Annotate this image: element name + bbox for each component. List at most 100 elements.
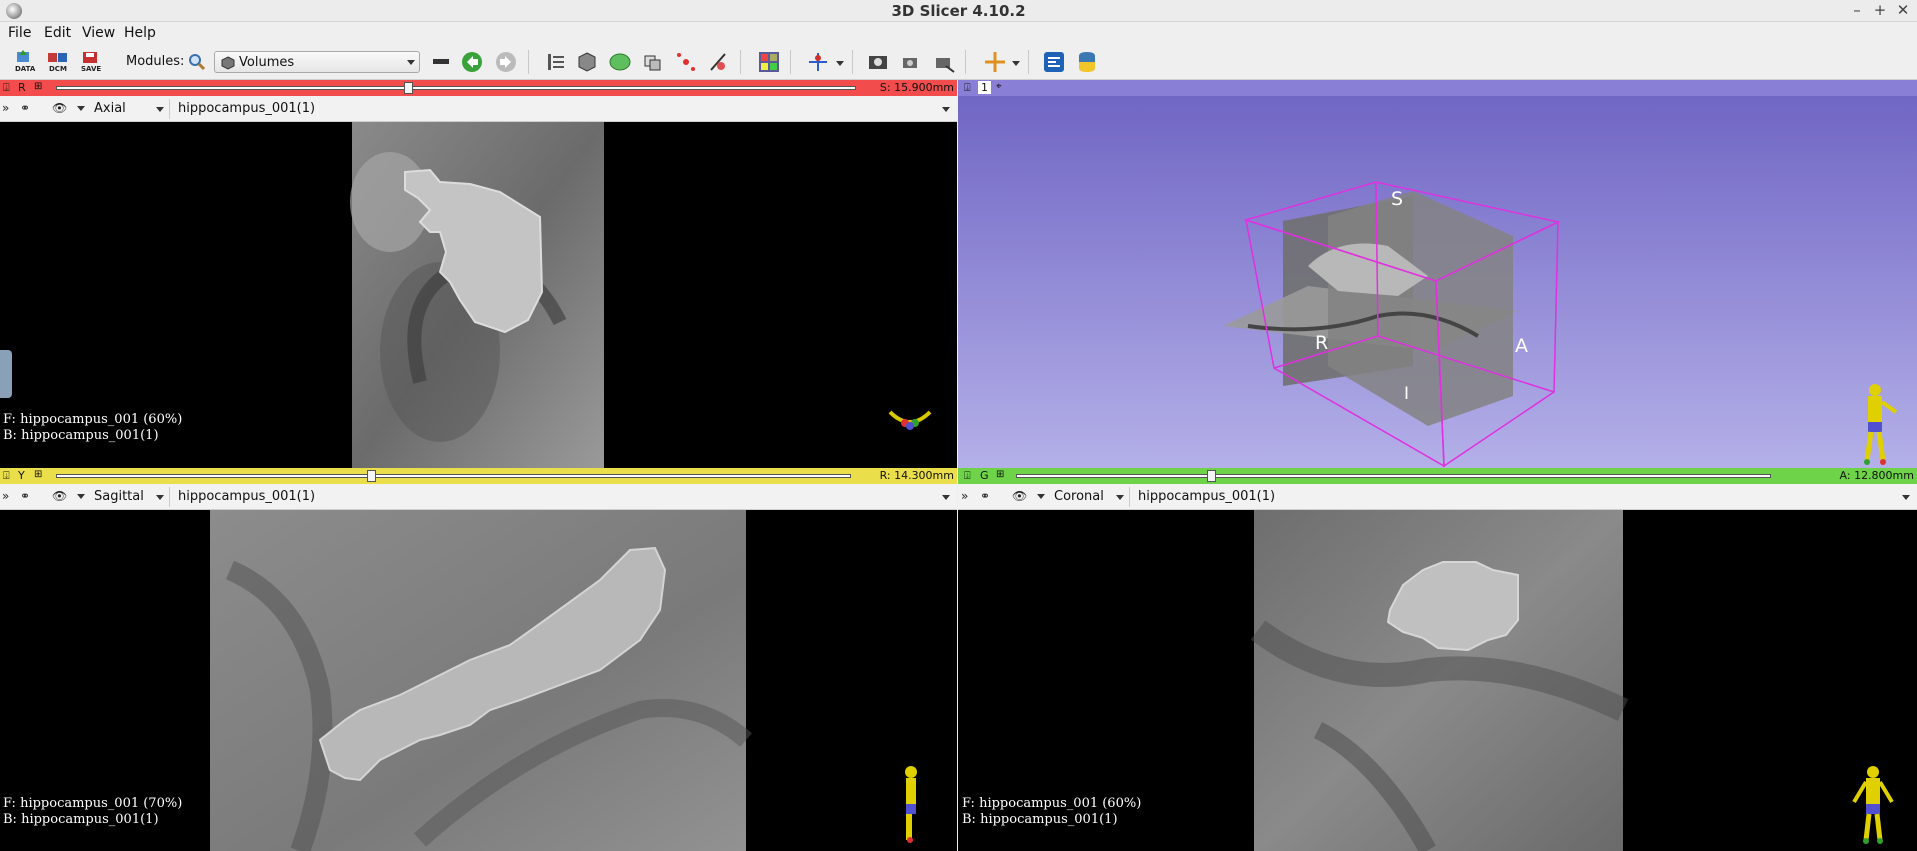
link-icon[interactable]: ⊞	[996, 469, 1004, 480]
module-history-icon[interactable]	[430, 50, 454, 74]
green-slice-slider-handle[interactable]	[1207, 470, 1216, 482]
3d-render-scene: S R A I	[1223, 181, 1561, 468]
red-view-letter: R	[18, 81, 26, 94]
expand-controller-icon[interactable]: »	[961, 489, 968, 503]
3d-view-bar: ⍗ 1 ⌖	[958, 80, 1917, 96]
green-slice-bar: ⍗ G ⊞ A: 12.800mm	[958, 468, 1917, 484]
red-orientation-selector[interactable]: Axial	[86, 99, 170, 119]
chevron-down-icon	[942, 107, 950, 112]
expand-controller-icon[interactable]: »	[2, 489, 9, 503]
transforms-icon[interactable]	[641, 50, 665, 74]
red-slice-slider-track[interactable]	[56, 86, 856, 90]
scene-view-icon[interactable]	[899, 50, 923, 74]
yellow-slice-slider-track[interactable]	[56, 474, 851, 478]
link-icon[interactable]: ⊞	[34, 469, 42, 480]
red-slice-slider-handle[interactable]	[404, 82, 413, 94]
forward-arrow-icon[interactable]	[494, 50, 518, 74]
green-volume-selector[interactable]: hippocampus_001(1)	[1132, 487, 1914, 507]
chevron-down-icon[interactable]	[1037, 494, 1045, 499]
visibility-eye-icon[interactable]: 👁	[1012, 489, 1027, 503]
chevron-down-icon[interactable]	[836, 61, 844, 66]
3d-label-a: A	[1515, 335, 1528, 357]
chevron-down-icon	[1902, 495, 1910, 500]
menu-help[interactable]: Help	[124, 25, 156, 41]
panel-toggle-handle[interactable]	[0, 350, 12, 398]
visibility-eye-icon[interactable]: 👁	[52, 489, 67, 503]
dcm-button-label: DCM	[49, 65, 67, 73]
close-button[interactable]: ✕	[1894, 1, 1912, 19]
save-button[interactable]: SAVE	[79, 50, 103, 74]
back-arrow-icon[interactable]	[460, 50, 484, 74]
pin-icon[interactable]: ⍗	[964, 81, 971, 95]
red-volume-label: hippocampus_001(1)	[178, 101, 316, 116]
screenshot-icon[interactable]	[866, 50, 890, 74]
data-button-label: DATA	[15, 65, 36, 73]
main-toolbar: DATA DCM SAVE Modules: Volumes	[0, 44, 1917, 80]
menu-view[interactable]: View	[82, 25, 115, 41]
green-slice-offset: A: 12.800mm	[1839, 469, 1914, 482]
maximize-button[interactable]: +	[1871, 1, 1889, 19]
red-slice-bar: ⍗ R ⊞ S: 15.900mm	[0, 80, 957, 96]
menu-bar: File Edit View Help	[0, 22, 1917, 44]
minimize-button[interactable]: –	[1848, 1, 1866, 19]
green-volume-label: hippocampus_001(1)	[1138, 489, 1276, 504]
human-orientation-icon	[1864, 384, 1898, 465]
volumes-icon[interactable]	[575, 50, 599, 74]
markups-icon[interactable]	[674, 50, 698, 74]
yellow-background-label: B: hippocampus_001(1)	[3, 812, 159, 827]
green-orientation-label: Coronal	[1054, 489, 1104, 504]
module-search-icon[interactable]	[188, 53, 206, 71]
chevron-down-icon[interactable]	[77, 106, 85, 111]
yellow-slice-view[interactable]: F: hippocampus_001 (70%) B: hippocampus_…	[0, 510, 957, 851]
link-slices-icon[interactable]: ⚭	[20, 101, 30, 115]
layout-icon[interactable]	[757, 50, 781, 74]
pin-icon[interactable]: ⍗	[3, 469, 10, 483]
extensions-manager-icon[interactable]	[1042, 50, 1066, 74]
yellow-orientation-label: Sagittal	[94, 489, 144, 504]
red-volume-selector[interactable]: hippocampus_001(1)	[172, 99, 954, 119]
scene-view-restore-icon[interactable]	[932, 50, 956, 74]
chevron-down-icon	[1116, 495, 1124, 500]
crosshair-toggle-icon[interactable]	[806, 50, 830, 74]
data-module-icon[interactable]	[544, 50, 568, 74]
pin-icon[interactable]: ⍗	[964, 469, 971, 483]
green-foreground-label: F: hippocampus_001 (60%)	[962, 796, 1142, 811]
window-titlebar: 3D Slicer 4.10.2 – + ✕	[0, 0, 1917, 22]
red-slice-offset: S: 15.900mm	[879, 81, 954, 94]
pin-icon[interactable]: ⍗	[3, 81, 10, 95]
python-console-icon[interactable]	[1075, 50, 1099, 74]
red-foreground-label: F: hippocampus_001 (60%)	[3, 412, 183, 427]
yellow-volume-label: hippocampus_001(1)	[178, 489, 316, 504]
green-slice-slider-track[interactable]	[1016, 474, 1771, 478]
models-icon[interactable]	[608, 50, 632, 74]
chevron-down-icon	[156, 495, 164, 500]
link-slices-icon[interactable]: ⚭	[980, 489, 990, 503]
yellow-slice-slider-handle[interactable]	[367, 470, 376, 482]
link-icon[interactable]: ⊞	[34, 81, 42, 92]
modules-label: Modules:	[126, 54, 185, 69]
chevron-down-icon[interactable]	[1012, 61, 1020, 66]
green-slice-view[interactable]: F: hippocampus_001 (60%) B: hippocampus_…	[958, 510, 1917, 851]
volumes-module-icon	[221, 56, 235, 70]
menu-edit[interactable]: Edit	[44, 25, 71, 41]
3d-label-r: R	[1315, 332, 1328, 354]
center-view-icon[interactable]: ⌖	[996, 81, 1002, 92]
human-orientation-icon	[905, 766, 917, 843]
module-selector[interactable]: Volumes	[214, 51, 420, 73]
yellow-volume-selector[interactable]: hippocampus_001(1)	[172, 487, 954, 507]
yellow-orientation-selector[interactable]: Sagittal	[86, 487, 170, 507]
3d-view[interactable]: S R A I	[958, 96, 1917, 468]
expand-controller-icon[interactable]: »	[2, 101, 9, 115]
dicom-button[interactable]: DCM	[46, 50, 70, 74]
segment-editor-icon[interactable]	[707, 50, 731, 74]
visibility-eye-icon[interactable]: 👁	[52, 101, 67, 115]
menu-file[interactable]: File	[8, 25, 31, 41]
green-orientation-selector[interactable]: Coronal	[1046, 487, 1130, 507]
chevron-down-icon[interactable]	[77, 494, 85, 499]
load-data-button[interactable]: DATA	[13, 50, 37, 74]
mouse-mode-place-icon[interactable]	[983, 50, 1007, 74]
module-selected-label: Volumes	[239, 55, 295, 70]
green-slice-controller: » ⚭ 👁 Coronal hippocampus_001(1)	[958, 484, 1917, 510]
red-slice-view[interactable]: F: hippocampus_001 (60%) B: hippocampus_…	[0, 122, 957, 468]
link-slices-icon[interactable]: ⚭	[20, 489, 30, 503]
